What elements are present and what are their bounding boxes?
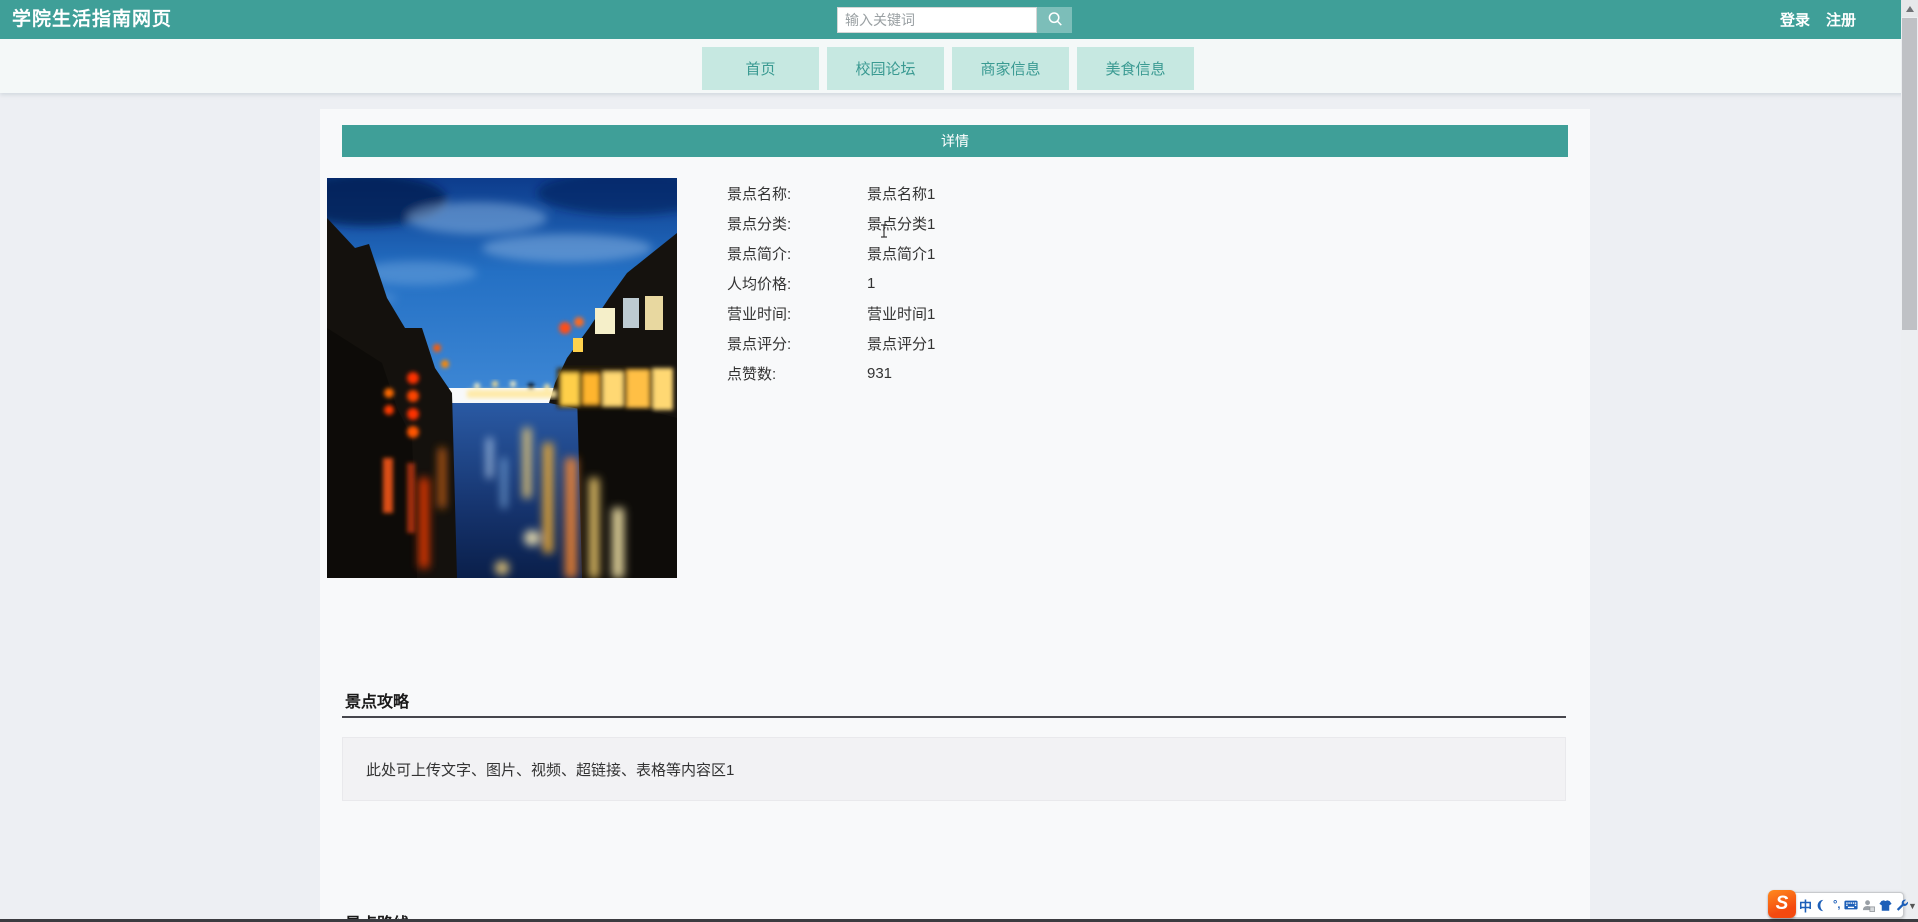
app-header: 学院生活指南网页 登录 注册 xyxy=(0,0,1901,39)
field-row-name: 景点名称: 景点名称1 xyxy=(727,178,935,208)
site-title: 学院生活指南网页 xyxy=(12,9,173,30)
chinese-mode-icon[interactable]: 中 xyxy=(1799,896,1812,914)
ime-expand-arrow-icon[interactable]: ▼ xyxy=(1908,901,1917,911)
section-divider xyxy=(342,716,1566,718)
search-bar xyxy=(837,7,1072,33)
tab-home[interactable]: 首页 xyxy=(702,47,819,90)
login-link[interactable]: 登录 xyxy=(1780,9,1810,30)
ime-toolbar: S 中 °, ▼ xyxy=(1768,890,1917,918)
keyboard-icon[interactable] xyxy=(1844,896,1859,914)
field-label: 点赞数: xyxy=(727,365,777,383)
field-label: 人均价格: xyxy=(727,275,792,293)
field-label: 营业时间: xyxy=(727,305,792,323)
sogou-logo-icon[interactable]: S xyxy=(1768,890,1796,918)
guide-section-title: 景点攻略 xyxy=(345,694,410,711)
magnifier-icon xyxy=(1046,10,1064,31)
field-value: 景点简介1 xyxy=(867,245,936,263)
field-label: 景点评分: xyxy=(727,335,792,353)
scrollbar-up-button[interactable] xyxy=(1901,0,1918,17)
field-row-rating: 景点评分: 景点评分1 xyxy=(727,328,935,358)
account-icon[interactable] xyxy=(1862,896,1876,914)
field-value: 营业时间1 xyxy=(867,305,936,323)
field-value: 景点评分1 xyxy=(867,335,936,353)
field-value: 931 xyxy=(867,364,893,382)
search-input[interactable] xyxy=(837,7,1037,33)
skin-tshirt-icon[interactable] xyxy=(1879,896,1893,914)
mouse-cursor-ibeam xyxy=(881,224,887,238)
field-label: 景点简介: xyxy=(727,245,792,263)
moon-icon[interactable] xyxy=(1816,896,1829,914)
field-value: 1 xyxy=(867,274,876,292)
attraction-photo xyxy=(327,178,677,578)
detail-section-header: 详情 xyxy=(342,125,1568,157)
detail-fields: 景点名称: 景点名称1 景点分类: 景点分类1 景点简介: 景点简介1 人均价格… xyxy=(727,178,935,388)
field-row-intro: 景点简介: 景点简介1 xyxy=(727,238,935,268)
vertical-scrollbar[interactable] xyxy=(1901,0,1918,922)
scrollbar-thumb[interactable] xyxy=(1902,18,1917,330)
field-value: 景点分类1 xyxy=(867,215,936,233)
content-card: 详情 景点名称: 景点名称1 景点分类: 景点分类1 景点简介: 景点简介1 人… xyxy=(320,109,1590,922)
page: 学院生活指南网页 登录 注册 首页 校园论坛 商家信息 美食信息 xyxy=(0,0,1918,922)
arrow-up-icon xyxy=(1905,5,1914,12)
field-row-category: 景点分类: 景点分类1 xyxy=(727,208,935,238)
tab-campus-forum[interactable]: 校园论坛 xyxy=(827,47,944,90)
tab-merchant-info[interactable]: 商家信息 xyxy=(952,47,1069,90)
guide-content-box: 此处可上传文字、图片、视频、超链接、表格等内容区1 xyxy=(342,737,1566,801)
nav-tabs: 首页 校园论坛 商家信息 美食信息 xyxy=(702,47,1194,90)
main-nav: 首页 校园论坛 商家信息 美食信息 xyxy=(0,39,1918,93)
tab-food-info[interactable]: 美食信息 xyxy=(1077,47,1194,90)
field-row-price: 人均价格: 1 xyxy=(727,268,935,298)
field-label: 景点名称: xyxy=(727,185,792,203)
field-label: 景点分类: xyxy=(727,215,792,233)
field-row-hours: 营业时间: 营业时间1 xyxy=(727,298,935,328)
field-value: 景点名称1 xyxy=(867,185,936,203)
guide-content-text: 此处可上传文字、图片、视频、超链接、表格等内容区1 xyxy=(366,761,735,779)
auth-links: 登录 注册 xyxy=(1780,0,1856,39)
field-row-likes: 点赞数: 931 xyxy=(727,358,935,388)
search-button[interactable] xyxy=(1037,7,1072,33)
register-link[interactable]: 注册 xyxy=(1826,9,1856,30)
punctuation-icon[interactable]: °, xyxy=(1833,896,1840,914)
